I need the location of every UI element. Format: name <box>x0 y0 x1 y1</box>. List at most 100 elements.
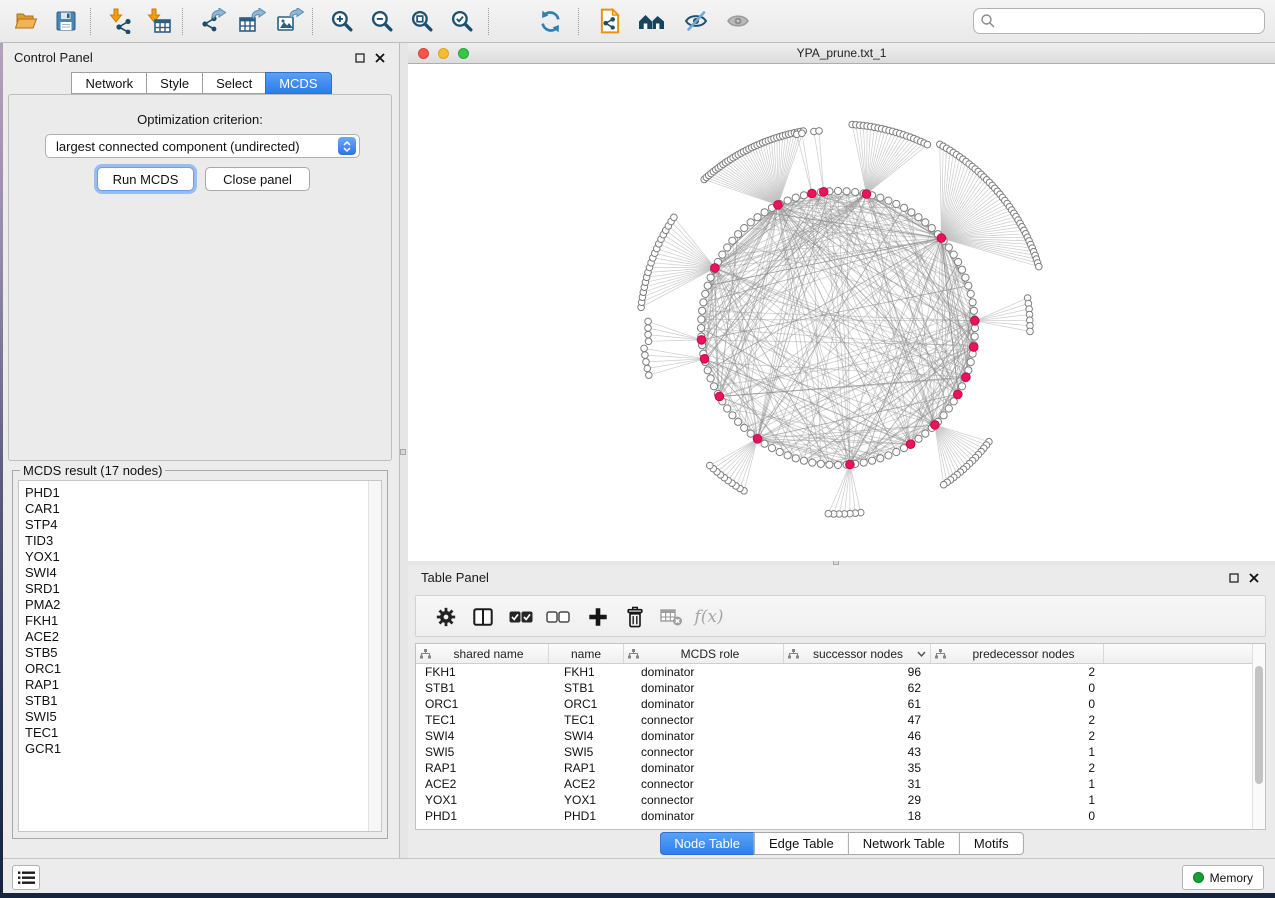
column-header[interactable]: predecessor nodes <box>931 644 1104 663</box>
export-table-button[interactable] <box>234 3 270 39</box>
mcds-result-item[interactable]: STB1 <box>25 693 381 709</box>
table-row[interactable]: ACE2 ACE2 connector 31 1 <box>416 776 1252 792</box>
table-row[interactable]: TEC1 TEC1 connector 47 2 <box>416 712 1252 728</box>
close-icon <box>1249 573 1259 583</box>
table-tab[interactable]: Network Table <box>848 832 959 855</box>
control-panel-tab[interactable]: Select <box>202 72 265 94</box>
table-tab[interactable]: Edge Table <box>754 832 848 855</box>
network-column-icon <box>628 649 639 659</box>
mcds-result-item[interactable]: FKH1 <box>25 613 381 629</box>
table-row[interactable]: RAP1 RAP1 dominator 35 2 <box>416 760 1252 776</box>
close-table-panel-button[interactable] <box>1247 571 1261 585</box>
table-row[interactable]: SWI5 SWI5 connector 43 1 <box>416 744 1252 760</box>
deselect-all-rows-button[interactable] <box>542 601 574 633</box>
control-panel-tab[interactable]: MCDS <box>265 72 331 94</box>
table-row[interactable]: PHD1 PHD1 dominator 18 0 <box>416 808 1252 824</box>
mcds-result-legend: MCDS result (17 nodes) <box>20 463 165 478</box>
search-input[interactable] <box>996 14 1258 29</box>
open-file-button[interactable] <box>8 3 44 39</box>
close-panel-button[interactable] <box>373 51 387 65</box>
trash-icon <box>625 606 645 628</box>
clone-network-button[interactable] <box>592 3 628 39</box>
run-mcds-button[interactable]: Run MCDS <box>97 167 194 191</box>
function-builder-icon-disabled: f(x) <box>693 601 725 633</box>
mcds-result-item[interactable]: PHD1 <box>25 485 381 501</box>
mcds-result-item[interactable]: RAP1 <box>25 677 381 693</box>
gear-icon <box>435 606 457 628</box>
export-image-icon <box>276 8 304 34</box>
delete-table-icon <box>660 607 684 627</box>
create-column-button[interactable] <box>582 601 614 633</box>
float-panel-button[interactable] <box>353 51 367 65</box>
memory-button[interactable]: Memory <box>1182 865 1264 890</box>
criterion-select[interactable]: largest connected component (undirected) <box>45 134 360 158</box>
table-tabs: Node TableEdge TableNetwork TableMotifs <box>659 832 1023 855</box>
show-columns-button[interactable] <box>467 601 499 633</box>
table-toolbar: f(x) <box>415 595 1266 637</box>
close-panel-action-button[interactable]: Close panel <box>205 167 310 191</box>
import-network-icon <box>106 8 134 34</box>
table-settings-button[interactable] <box>430 601 462 633</box>
zoom-in-button[interactable] <box>324 3 360 39</box>
scrollbar-thumb[interactable] <box>1255 666 1263 784</box>
mcds-result-item[interactable]: ACE2 <box>25 629 381 645</box>
mcds-result-item[interactable]: SWI4 <box>25 565 381 581</box>
save-session-button[interactable] <box>48 3 84 39</box>
table-row[interactable]: ORC1 ORC1 dominator 61 0 <box>416 696 1252 712</box>
clone-network-icon <box>597 8 623 34</box>
mcds-result-item[interactable]: ORC1 <box>25 661 381 677</box>
network-column-icon <box>420 649 431 659</box>
mcds-result-item[interactable]: STP4 <box>25 517 381 533</box>
select-all-rows-button[interactable] <box>505 601 537 633</box>
mcds-result-item[interactable]: TEC1 <box>25 725 381 741</box>
table-row[interactable]: STB1 STB1 dominator 62 0 <box>416 680 1252 696</box>
show-all-button[interactable] <box>720 3 756 39</box>
select-stepper-icon <box>338 137 356 155</box>
search-box <box>973 8 1265 34</box>
eye-slash-icon <box>683 9 709 33</box>
main-toolbar <box>0 0 1275 43</box>
delete-column-button[interactable] <box>619 601 651 633</box>
mcds-list-scrollbar[interactable] <box>368 481 381 831</box>
table-tab[interactable]: Node Table <box>659 832 754 855</box>
mcds-result-item[interactable]: SRD1 <box>25 581 381 597</box>
export-network-button[interactable] <box>196 3 232 39</box>
vertical-splitter[interactable] <box>400 43 408 858</box>
control-panel-tab[interactable]: Network <box>71 72 146 94</box>
mcds-result-item[interactable]: YOX1 <box>25 549 381 565</box>
control-panel-tab[interactable]: Style <box>146 72 202 94</box>
refresh-icon <box>538 9 563 34</box>
mcds-result-item[interactable]: STB5 <box>25 645 381 661</box>
mcds-result-item[interactable]: SWI5 <box>25 709 381 725</box>
houses-icon <box>638 9 666 33</box>
mcds-result-item[interactable]: CAR1 <box>25 501 381 517</box>
table-scrollbar[interactable] <box>1252 644 1265 829</box>
splitter-handle[interactable] <box>400 449 406 455</box>
network-titlebar[interactable]: YPA_prune.txt_1 <box>408 43 1275 64</box>
column-header[interactable]: successor nodes <box>784 644 931 663</box>
mcds-result-item[interactable]: PMA2 <box>25 597 381 613</box>
import-table-button[interactable] <box>140 3 176 39</box>
zoom-selected-button[interactable] <box>444 3 480 39</box>
mcds-result-item[interactable]: TID3 <box>25 533 381 549</box>
column-header[interactable]: shared name <box>416 644 549 663</box>
export-image-button[interactable] <box>272 3 308 39</box>
show-panels-button[interactable] <box>12 865 40 890</box>
column-header[interactable]: name <box>549 644 624 663</box>
zoom-fit-button[interactable] <box>404 3 440 39</box>
table-row[interactable]: YOX1 YOX1 connector 29 1 <box>416 792 1252 808</box>
network-canvas[interactable] <box>408 64 1275 561</box>
split-view-icon <box>472 606 494 628</box>
import-network-button[interactable] <box>102 3 138 39</box>
control-panel-tabs: NetworkStyleSelectMCDS <box>3 72 400 94</box>
hide-selected-button[interactable] <box>678 3 714 39</box>
zoom-out-button[interactable] <box>364 3 400 39</box>
float-table-panel-button[interactable] <box>1227 571 1241 585</box>
mcds-result-item[interactable]: GCR1 <box>25 741 381 757</box>
table-row[interactable]: FKH1 FKH1 dominator 96 2 <box>416 664 1252 680</box>
first-neighbors-button[interactable] <box>634 3 670 39</box>
table-tab[interactable]: Motifs <box>959 832 1024 855</box>
table-row[interactable]: SWI4 SWI4 dominator 46 2 <box>416 728 1252 744</box>
refresh-view-button[interactable] <box>532 3 568 39</box>
column-header[interactable]: MCDS role <box>624 644 784 663</box>
